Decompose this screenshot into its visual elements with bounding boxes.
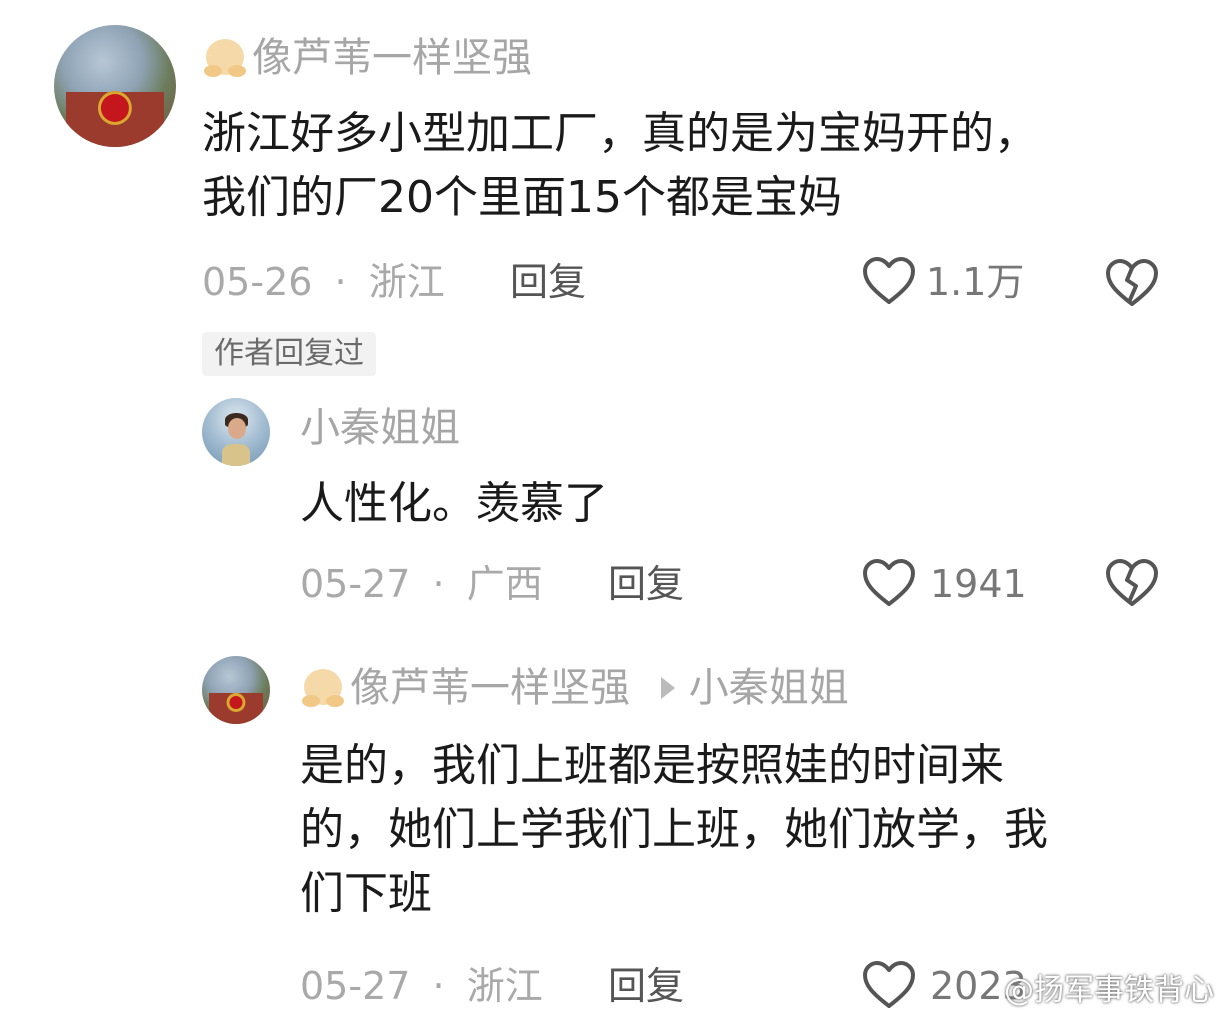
heart-outline-icon [863, 559, 915, 606]
comment-text: 是的，我们上班都是按照娃的时间来 的，她们上学我们上班，她们放学，我 们下班 [300, 740, 1048, 919]
hugging-face-emoji [300, 667, 346, 707]
like-button[interactable]: 1.1万 [862, 256, 1032, 308]
avatar[interactable] [202, 656, 270, 724]
reply-button[interactable]: 回复 [510, 260, 586, 304]
heart-outline-icon [863, 257, 915, 304]
username[interactable]: 像芦苇一样坚强 [300, 665, 643, 711]
username[interactable]: 小秦姐姐 [300, 406, 460, 450]
like-count: 1.1万 [926, 260, 1025, 304]
avatar[interactable] [54, 25, 176, 147]
comment-meta: 05-26 · 浙江 [202, 260, 445, 304]
reply-button[interactable]: 回复 [608, 964, 684, 1008]
username[interactable]: 像芦苇一样坚强 [202, 36, 532, 80]
comment-meta: 05-27 · 浙江 [300, 964, 543, 1008]
author-replied-badge: 作者回复过 [202, 332, 376, 376]
avatar[interactable] [202, 398, 270, 466]
broken-heart-icon[interactable] [1104, 258, 1160, 308]
play-arrow-icon [660, 677, 675, 699]
heart-outline-icon [863, 961, 915, 1008]
comment-meta: 05-27 · 广西 [300, 562, 543, 606]
broken-heart-icon[interactable] [1104, 558, 1160, 608]
comment-text: 人性化。羡慕了 [300, 478, 608, 529]
reply-to-username[interactable]: 小秦姐姐 [689, 665, 849, 711]
reply-button[interactable]: 回复 [608, 562, 684, 606]
like-count: 1941 [930, 562, 1027, 606]
comment-text: 浙江好多小型加工厂，真的是为宝妈开的， 我们的厂20个里面15个都是宝妈 [202, 108, 1038, 223]
hugging-face-emoji [202, 37, 248, 77]
watermark: @扬军事铁背心 [1004, 973, 1214, 1008]
reply-header: 像芦苇一样坚强 小秦姐姐 [300, 666, 849, 710]
like-button[interactable]: 1941 [862, 558, 1032, 610]
